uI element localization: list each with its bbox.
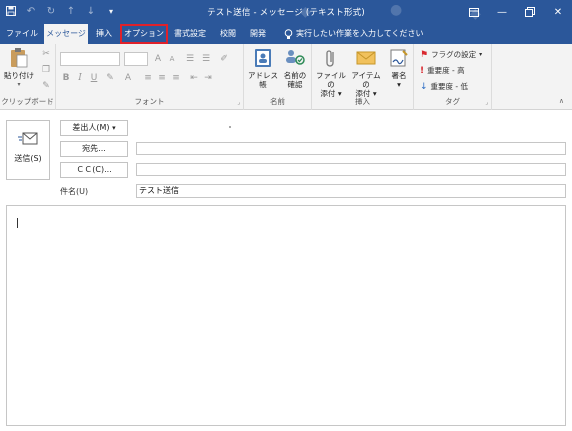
- tab-options[interactable]: オプション: [120, 24, 168, 44]
- subject-input[interactable]: テスト送信: [136, 184, 566, 198]
- window-controls: — ✕: [460, 0, 572, 24]
- dropdown-arrow-icon: ▾: [112, 124, 116, 132]
- ribbon-tab-bar: ファイル メッセージ 挿入 オプション 書式設定 校閲 開発 実行したい作業を入…: [0, 24, 572, 44]
- tags-group: ⚑ フラグの設定 ▾ ! 重要度 - 高 ↓ 重要度 - 低 タグ ⌟: [414, 44, 492, 110]
- clear-formatting-icon[interactable]: ✐: [218, 53, 230, 65]
- separator-dot: [229, 126, 231, 128]
- shrink-font-icon[interactable]: A: [166, 53, 178, 65]
- format-painter-icon[interactable]: ✎: [40, 80, 52, 92]
- clipboard-group-label: クリップボード: [1, 97, 54, 106]
- dialog-launcher-icon[interactable]: ⌟: [237, 99, 240, 106]
- ribbon-display-options-icon[interactable]: [460, 0, 488, 24]
- tab-file[interactable]: ファイル: [4, 24, 40, 44]
- decrease-indent-icon[interactable]: ⇤: [188, 72, 200, 84]
- copy-icon[interactable]: ❐: [40, 64, 52, 76]
- tags-group-label: タグ: [445, 97, 460, 106]
- tab-insert[interactable]: 挿入: [90, 24, 118, 44]
- dropdown-arrow-icon: ▾: [397, 80, 401, 89]
- paste-dropdown-icon: ▾: [17, 81, 21, 88]
- restore-icon[interactable]: [516, 0, 544, 24]
- bold-icon[interactable]: B: [60, 72, 72, 84]
- title-bar: ◆ ● ◆ ↶ ↻ ↑ ↓ ▾ テスト送信 - メッセージ (テキスト形式) —…: [0, 0, 572, 24]
- to-field[interactable]: [136, 142, 566, 155]
- flag-icon: ⚑: [420, 49, 429, 60]
- highlight-icon[interactable]: ✎: [104, 72, 116, 84]
- font-name-combobox[interactable]: [60, 52, 120, 66]
- attach-file-button[interactable]: ファイルの 添付 ▾: [314, 47, 348, 98]
- tab-message[interactable]: メッセージ: [44, 24, 88, 44]
- italic-icon[interactable]: I: [74, 72, 86, 84]
- send-icon: [18, 131, 38, 147]
- check-names-button[interactable]: 名前の 確認: [280, 47, 310, 89]
- address-book-button[interactable]: アドレス帳: [246, 47, 280, 89]
- attach-item-button[interactable]: アイテムの 添付 ▾: [348, 47, 384, 98]
- follow-up-button[interactable]: ⚑ フラグの設定 ▾: [420, 49, 482, 60]
- numbering-icon[interactable]: ☰: [200, 53, 212, 65]
- cut-icon[interactable]: ✂: [40, 48, 52, 60]
- address-book-icon: [252, 47, 274, 69]
- from-button[interactable]: 差出人(M) ▾: [60, 120, 128, 136]
- increase-indent-icon[interactable]: ⇥: [202, 72, 214, 84]
- font-group: A A ☰ ☰ ✐ B I U ✎ A ≡ ≡ ≡ ⇤ ⇥ フォント ⌟: [56, 44, 244, 110]
- signature-button[interactable]: 署名 ▾: [386, 47, 412, 89]
- send-button[interactable]: 送信(S): [6, 120, 50, 180]
- signature-icon: [388, 47, 410, 69]
- check-names-icon: [284, 47, 306, 69]
- include-group-label: 挿入: [355, 97, 370, 106]
- paste-icon: [8, 47, 30, 69]
- cc-field[interactable]: [136, 163, 566, 176]
- grow-font-icon[interactable]: A: [152, 53, 164, 65]
- tell-me-box[interactable]: 実行したい作業を入力してください: [284, 24, 424, 44]
- font-color-icon[interactable]: A: [122, 72, 134, 84]
- down-arrow-icon: ↓: [420, 81, 428, 92]
- ribbon: 貼り付け ▾ ✂ ❐ ✎ クリップボード ⌟ A A ☰ ☰ ✐ B I U ✎…: [0, 44, 572, 110]
- tab-developer[interactable]: 開発: [244, 24, 272, 44]
- subject-label: 件名(U): [60, 187, 89, 196]
- tab-format-text[interactable]: 書式設定: [170, 24, 210, 44]
- bullets-icon[interactable]: ☰: [184, 53, 196, 65]
- paperclip-icon: [320, 47, 342, 69]
- close-icon[interactable]: ✕: [544, 0, 572, 24]
- names-group: アドレス帳 名前の 確認 名前: [244, 44, 312, 110]
- text-cursor: [17, 218, 18, 228]
- tell-me-text: 実行したい作業を入力してください: [296, 29, 424, 38]
- font-size-combobox[interactable]: [124, 52, 148, 66]
- lightbulb-icon: [284, 28, 293, 39]
- align-center-icon[interactable]: ≡: [156, 72, 168, 84]
- low-importance-button[interactable]: ↓ 重要度 - 低: [420, 81, 468, 92]
- minimize-icon[interactable]: —: [488, 0, 516, 24]
- cc-button[interactable]: ＣＣ(C)...: [60, 162, 128, 178]
- dialog-launcher-icon[interactable]: ⌟: [49, 99, 52, 106]
- exclamation-icon: !: [420, 65, 425, 76]
- paste-button[interactable]: 貼り付け ▾: [2, 47, 36, 89]
- message-body[interactable]: [6, 205, 566, 426]
- envelope-icon: [355, 47, 377, 69]
- to-button[interactable]: 宛先...: [60, 141, 128, 157]
- names-group-label: 名前: [270, 97, 285, 106]
- tab-review[interactable]: 校閲: [214, 24, 242, 44]
- align-left-icon[interactable]: ≡: [142, 72, 154, 84]
- collapse-ribbon-icon[interactable]: ∧: [559, 97, 564, 105]
- align-right-icon[interactable]: ≡: [170, 72, 182, 84]
- high-importance-button[interactable]: ! 重要度 - 高: [420, 65, 465, 76]
- dialog-launcher-icon[interactable]: ⌟: [485, 99, 488, 106]
- font-group-label: フォント: [134, 97, 165, 106]
- clipboard-group: 貼り付け ▾ ✂ ❐ ✎ クリップボード ⌟: [0, 44, 56, 110]
- include-group: ファイルの 添付 ▾ アイテムの 添付 ▾ 署名 ▾ 挿入: [312, 44, 414, 110]
- underline-icon[interactable]: U: [88, 72, 100, 84]
- dropdown-arrow-icon: ▾: [479, 51, 483, 58]
